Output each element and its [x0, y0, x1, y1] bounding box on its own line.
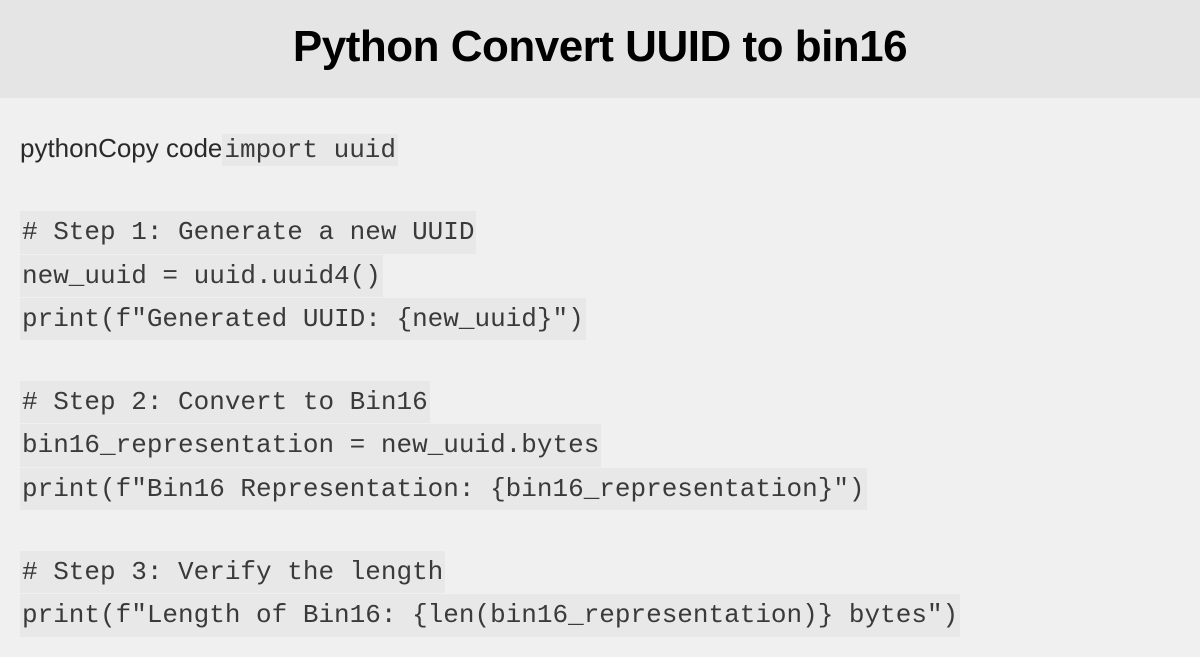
code-line-7: print(f"Bin16 Representation: {bin16_rep… — [20, 467, 1180, 510]
code-line-9: print(f"Length of Bin16: {len(bin16_repr… — [20, 593, 1180, 636]
page-title: Python Convert UUID to bin16 — [40, 22, 1160, 72]
code-print-3: print(f"Length of Bin16: {len(bin16_repr… — [20, 594, 960, 636]
code-bin16: bin16_representation = new_uuid.bytes — [20, 424, 601, 466]
code-line-1: pythonCopy codeimport uuid — [20, 128, 1180, 170]
code-import: import uuid — [222, 134, 398, 166]
page-header: Python Convert UUID to bin16 — [0, 0, 1200, 98]
code-line-6: bin16_representation = new_uuid.bytes — [20, 423, 1180, 466]
code-new-uuid: new_uuid = uuid.uuid4() — [20, 255, 383, 297]
code-comment-1: # Step 1: Generate a new UUID — [20, 211, 476, 253]
blank-line — [20, 510, 1180, 550]
code-line-3: new_uuid = uuid.uuid4() — [20, 254, 1180, 297]
blank-line — [20, 170, 1180, 210]
code-content: pythonCopy codeimport uuid # Step 1: Gen… — [0, 98, 1200, 657]
code-comment-3: # Step 3: Verify the length — [20, 551, 445, 593]
code-line-2: # Step 1: Generate a new UUID — [20, 210, 1180, 253]
code-print-1: print(f"Generated UUID: {new_uuid}") — [20, 298, 586, 340]
code-comment-2: # Step 2: Convert to Bin16 — [20, 381, 430, 423]
blank-line — [20, 340, 1180, 380]
code-line-5: # Step 2: Convert to Bin16 — [20, 380, 1180, 423]
code-print-2: print(f"Bin16 Representation: {bin16_rep… — [20, 468, 867, 510]
code-label-prefix: pythonCopy code — [20, 133, 222, 163]
code-line-4: print(f"Generated UUID: {new_uuid}") — [20, 297, 1180, 340]
code-line-8: # Step 3: Verify the length — [20, 550, 1180, 593]
